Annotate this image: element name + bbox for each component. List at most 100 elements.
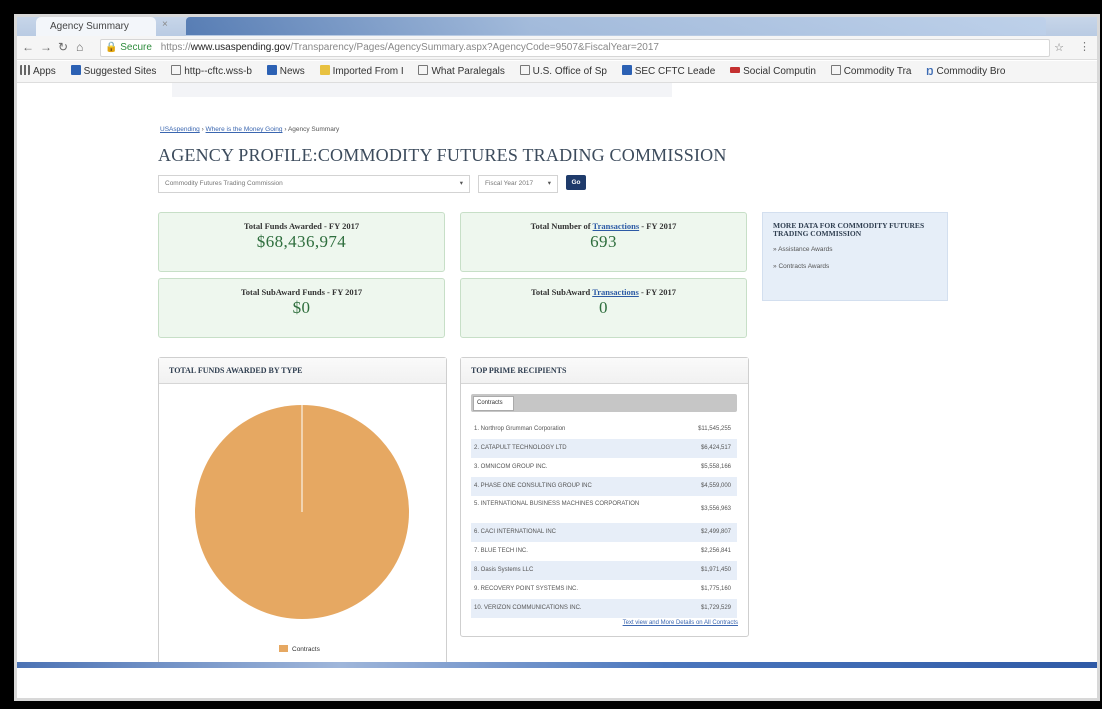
bullet-icon: » [773,263,777,270]
url-host: www.usaspending.gov [190,42,291,53]
bookmark-label: News [279,66,305,77]
browser-menu-icon[interactable]: ⋮ [1079,40,1090,53]
recipient-row[interactable]: 5. INTERNATIONAL BUSINESS MACHINES CORPO… [471,496,737,523]
secure-label: Secure [120,42,152,53]
recipient-name: 2. CATAPULT TECHNOLOGY LTD [474,445,567,451]
url-prefix: https:// [160,42,191,53]
recipient-amount: $2,256,841 [700,548,731,554]
social-icon [730,67,741,73]
fiscal-year-select[interactable]: Fiscal Year 2017 ▾ [478,175,558,193]
breadcrumb: USAspending › Where is the Money Going ›… [160,126,339,133]
bookmark-news[interactable]: News [266,61,305,82]
recipient-row[interactable]: 8. Oasis Systems LLC $1,971,450 [471,561,737,580]
bookmark-cftc[interactable]: http--cftc.wss-b [171,61,252,82]
assistance-awards-link[interactable]: » Assistance Awards [773,246,937,253]
bookmark-star-icon[interactable]: ☆ [1054,41,1064,54]
recipient-name: 9. RECOVERY POINT SYSTEMS INC. [474,586,579,592]
stat-label-text: Total SubAward [530,287,593,297]
stat-label: Total Number of Transactions - FY 2017 [461,221,746,231]
recipient-name: 7. BLUE TECH INC. [474,548,528,554]
legend-swatch [279,645,288,652]
tab-contracts[interactable]: Contracts [473,396,514,411]
apps-icon [20,65,30,75]
stat-value: $68,436,974 [256,232,347,251]
bookmark-label: Apps [33,66,56,77]
bookmark-commodity-bro[interactable]: Ŋ Commodity Bro [926,61,1005,82]
subaward-transactions-link[interactable]: Transactions [592,287,639,297]
go-button[interactable]: Go [566,175,586,190]
lock-icon: 🔒 [105,42,118,53]
chevron-down-icon: ▾ [459,180,463,187]
page-icon [519,65,530,75]
bookmarks-bar: Apps Suggested Sites http--cftc.wss-b Ne… [14,61,1100,83]
breadcrumb-separator: › [201,126,204,133]
bookmark-sec-cftc[interactable]: SEC CFTC Leade [621,61,715,82]
recipient-row[interactable]: 1. Northrop Grumman Corporation $11,545,2… [471,420,737,439]
recipient-row[interactable]: 3. OMNICOM GROUP INC. $5,558,166 [471,458,737,477]
agency-select-value: Commodity Futures Trading Commission [165,180,283,187]
site-navigation-strip [172,83,672,97]
breadcrumb-where-money-going[interactable]: Where is the Money Going [206,126,283,133]
stat-label: Total SubAward Funds - FY 2017 [240,287,363,297]
sec-icon [621,65,632,75]
recipient-row[interactable]: 2. CATAPULT TECHNOLOGY LTD $6,424,517 [471,439,737,458]
reload-icon[interactable]: ↻ [58,40,68,54]
breadcrumb-usaspending[interactable]: USAspending [160,126,200,133]
page-title: AGENCY PROFILE:COMMODITY FUTURES TRADING… [158,145,727,165]
recipient-row[interactable]: 6. CACI INTERNATIONAL INC $2,499,807 [471,523,737,542]
news-icon [266,65,277,75]
recipient-amount: $3,556,963 [700,506,731,512]
stat-label-text: - FY 2017 [639,221,677,231]
breadcrumb-current: Agency Summary [287,126,340,133]
recipient-amount: $1,971,450 [700,567,731,573]
stat-subaward-funds: Total SubAward Funds - FY 2017 $0 [158,278,445,338]
bookmark-social[interactable]: Social Computin [730,61,816,82]
recipient-row[interactable]: 10. VERIZON COMMUNICATIONS INC. $1,729,52… [471,599,737,618]
page-icon [830,65,841,75]
bookmark-paralegals[interactable]: What Paralegals [418,61,505,82]
agency-select[interactable]: Commodity Futures Trading Commission ▾ [158,175,470,193]
recipient-row[interactable]: 9. RECOVERY POINT SYSTEMS INC. $1,775,160 [471,580,737,599]
link-label: Assistance Awards [778,246,833,253]
view-all-contracts-link[interactable]: Text view and More Details on All Contra… [623,620,738,626]
recipient-name: 3. OMNICOM GROUP INC. [474,464,548,470]
link-label: Contracts Awards [778,263,830,270]
page-icon [171,65,182,75]
browser-tab-bar: Agency Summary × [14,14,1100,36]
back-arrow-icon[interactable]: ← [22,40,34,54]
contracts-awards-link[interactable]: » Contracts Awards [773,263,937,270]
url-path: /Transparency/Pages/AgencySummary.aspx?A… [290,42,659,53]
transactions-link[interactable]: Transactions [593,221,640,231]
stat-label-text: - FY 2017 [638,287,677,297]
bookmark-us-office[interactable]: U.S. Office of Sp [519,61,607,82]
bookmark-apps[interactable]: Apps [20,61,56,82]
pie-legend: Contracts [279,645,320,653]
stat-value: $0 [292,298,311,317]
bookmark-suggested-sites[interactable]: Suggested Sites [70,61,156,82]
home-icon[interactable]: ⌂ [76,40,83,54]
tab-close-icon[interactable]: × [162,19,168,30]
stat-total-funds-awarded: Total Funds Awarded - FY 2017 $68,436,97… [158,212,445,272]
stat-value: 0 [599,298,608,317]
more-data-title: MORE DATA FOR COMMODITY FUTURES TRADING … [773,221,925,238]
bookmark-imported[interactable]: Imported From I [319,61,404,82]
bookmark-commodity-tra[interactable]: Commodity Tra [830,61,912,82]
more-data-box: MORE DATA FOR COMMODITY FUTURES TRADING … [762,212,948,301]
stat-total-transactions: Total Number of Transactions - FY 2017 6… [460,212,747,272]
forward-arrow-icon[interactable]: → [40,40,52,54]
browser-tab[interactable]: Agency Summary [36,17,156,36]
recipient-row[interactable]: 4. PHASE ONE CONSULTING GROUP INC $4,559,… [471,477,737,496]
recipient-amount: $4,559,000 [700,483,731,489]
bookmark-label: Commodity Tra [843,66,912,77]
recipient-row[interactable]: 7. BLUE TECH INC. $2,256,841 [471,542,737,561]
bookmark-label: U.S. Office of Sp [532,66,607,77]
address-bar[interactable]: 🔒 Secure https://www.usaspending.gov/Tra… [100,39,1050,57]
bookmark-label: What Paralegals [431,66,505,77]
recipient-name: 8. Oasis Systems LLC [474,567,534,573]
legend-label: Contracts [292,646,320,653]
recipient-amount: $11,545,255 [698,426,731,432]
breadcrumb-separator: › [284,126,287,133]
recipient-amount: $2,499,807 [700,529,731,535]
chevron-down-icon: ▾ [547,180,551,187]
bookmark-label: Imported From I [332,66,404,77]
